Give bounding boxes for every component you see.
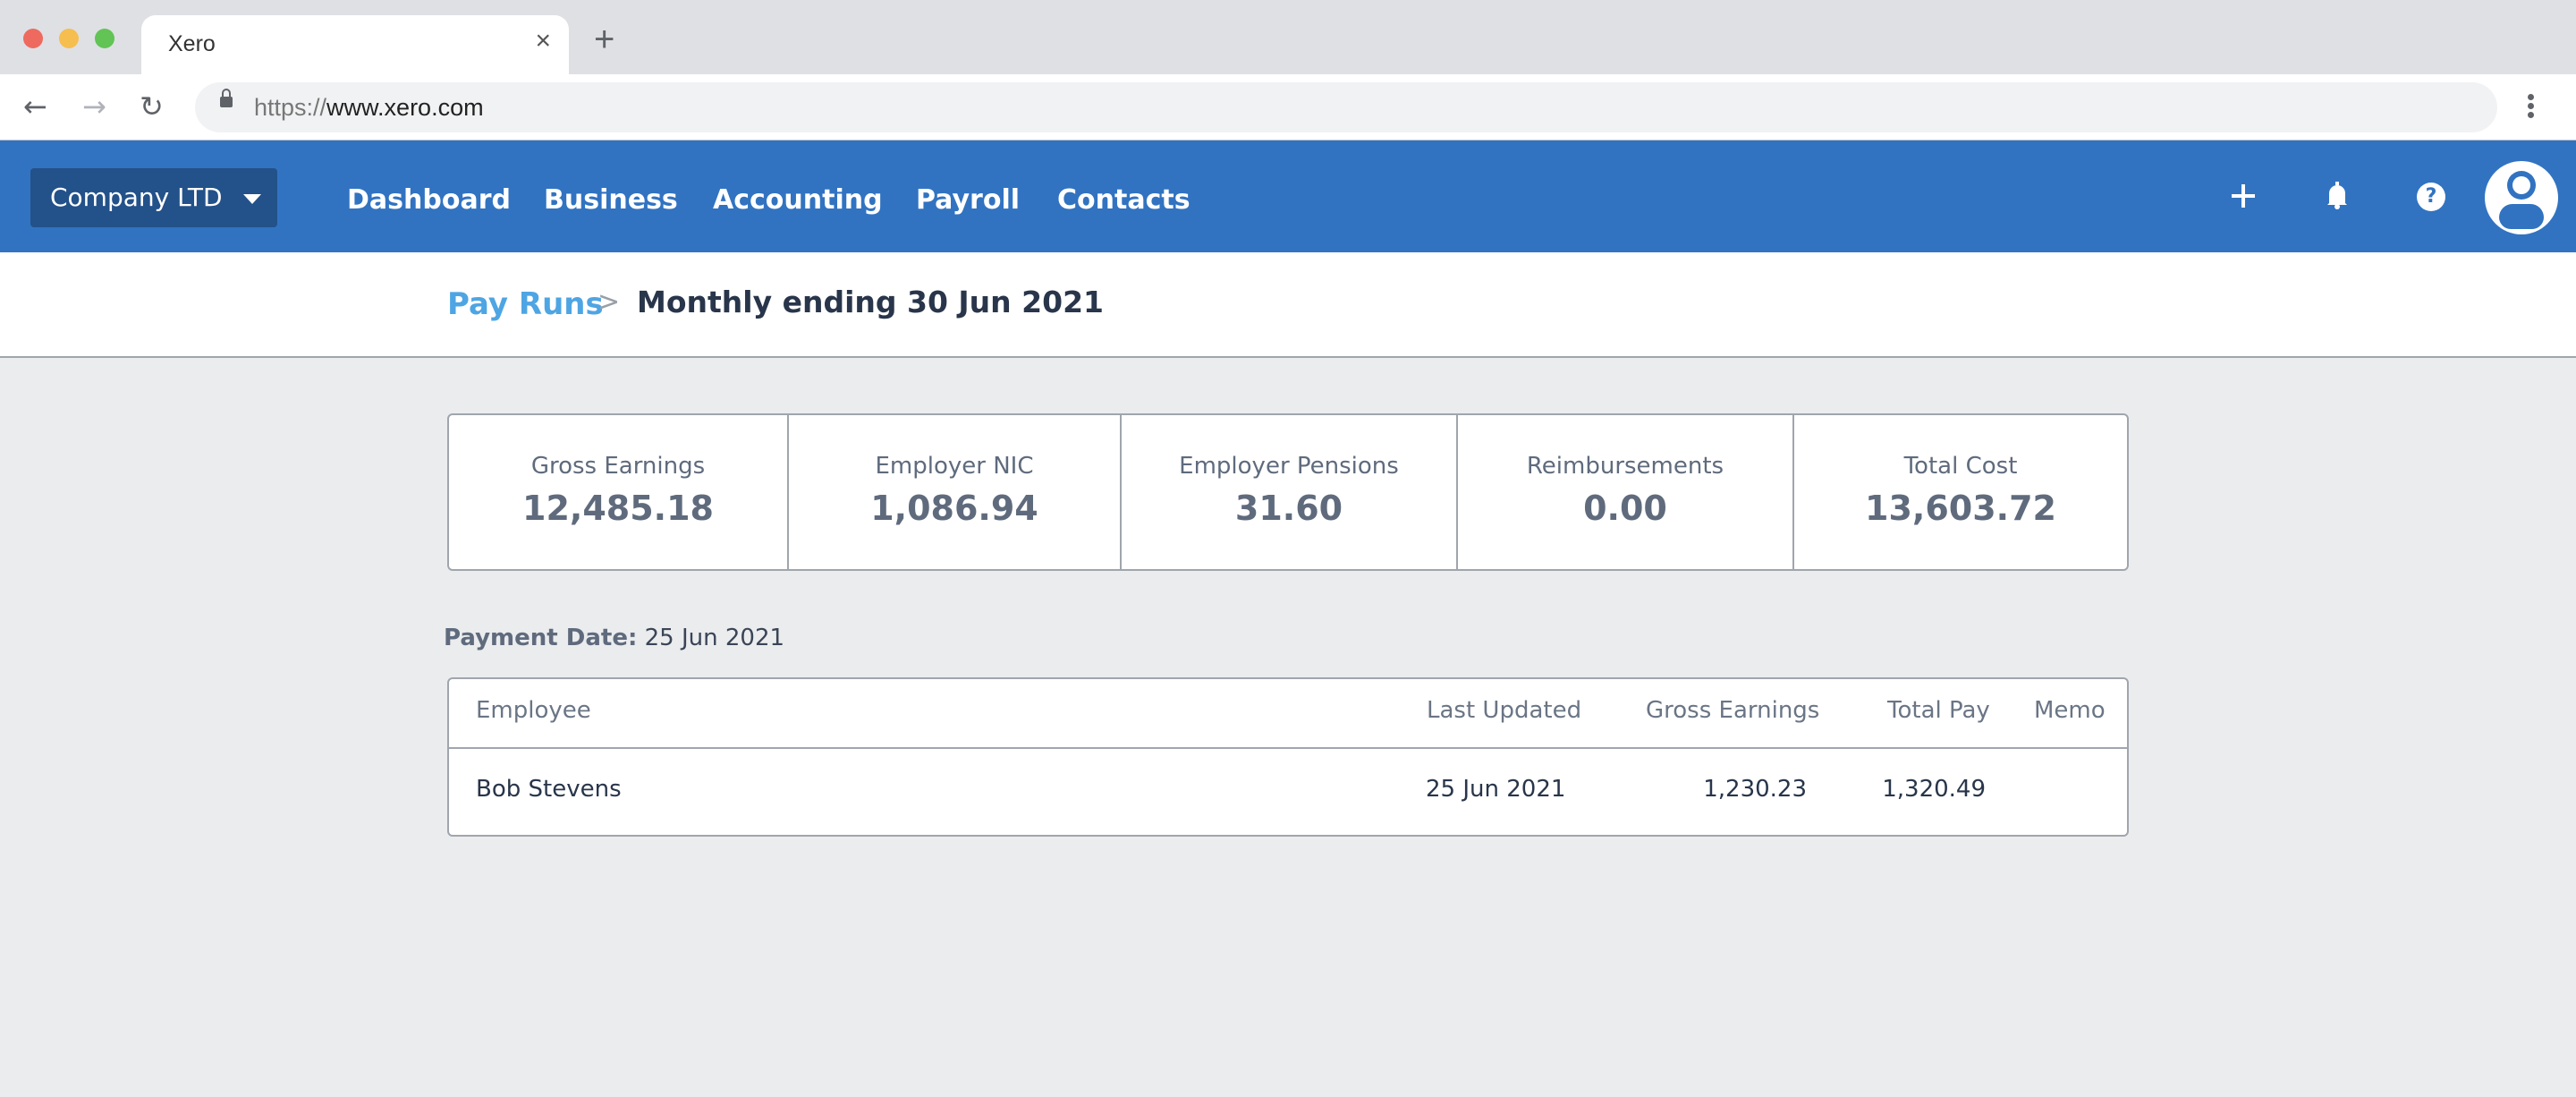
forward-arrow-icon[interactable]: → <box>82 92 106 121</box>
avatar-body-icon <box>2499 204 2544 229</box>
summary-employer-nic: Employer NIC 1,086.94 <box>789 415 1122 569</box>
summary-total-cost: Total Cost 13,603.72 <box>1794 415 2127 569</box>
stat-value: 1,086.94 <box>870 489 1038 528</box>
back-arrow-icon[interactable]: ← <box>23 92 47 121</box>
summary-gross-earnings: Gross Earnings 12,485.18 <box>449 415 789 569</box>
plus-icon[interactable] <box>2232 184 2255 208</box>
browser-tab-bar: Xero × + <box>0 0 2576 74</box>
address-bar[interactable]: https://www.xero.com <box>195 82 2497 132</box>
payment-date-label: Payment Date: <box>444 625 638 651</box>
minimize-window-button[interactable] <box>59 29 79 48</box>
table-header: Employee Last Updated Gross Earnings Tot… <box>449 679 2127 749</box>
stat-value: 0.00 <box>1583 489 1667 528</box>
breadcrumb-pay-runs-link[interactable]: Pay Runs <box>447 286 604 322</box>
stat-value: 12,485.18 <box>522 489 714 528</box>
reload-icon[interactable]: ↻ <box>140 92 164 121</box>
url-text[interactable]: https://www.xero.com <box>254 94 484 122</box>
url-scheme: https:// <box>254 94 327 121</box>
column-header-employee[interactable]: Employee <box>476 697 591 724</box>
avatar-head-icon <box>2507 171 2536 200</box>
bell-icon[interactable] <box>2326 182 2349 214</box>
stat-label: Employer Pensions <box>1179 453 1399 480</box>
cell-last-updated: 25 Jun 2021 <box>1426 776 1566 803</box>
close-window-button[interactable] <box>23 29 43 48</box>
payment-date-value: 25 Jun 2021 <box>644 625 785 651</box>
company-name: Company LTD <box>50 183 223 212</box>
caret-down-icon <box>243 194 261 204</box>
summary-employer-pensions: Employer Pensions 31.60 <box>1122 415 1458 569</box>
stat-value: 31.60 <box>1234 489 1343 528</box>
pay-run-summary: Gross Earnings 12,485.18 Employer NIC 1,… <box>447 413 2129 571</box>
stat-label: Employer NIC <box>875 453 1034 480</box>
cell-employee[interactable]: Bob Stevens <box>476 776 622 803</box>
stat-label: Gross Earnings <box>530 453 706 480</box>
column-header-last-updated[interactable]: Last Updated <box>1427 697 1581 724</box>
user-avatar[interactable] <box>2485 161 2558 234</box>
summary-reimbursements: Reimbursements 0.00 <box>1458 415 1794 569</box>
stat-label: Reimbursements <box>1526 453 1724 480</box>
maximize-window-button[interactable] <box>95 29 114 48</box>
nav-accounting[interactable]: Accounting <box>713 184 883 216</box>
browser-tab[interactable]: Xero × <box>141 15 569 74</box>
nav-business[interactable]: Business <box>544 184 678 216</box>
breadcrumb: Pay Runs > Monthly ending 30 Jun 2021 <box>0 252 2576 358</box>
column-header-total-pay[interactable]: Total Pay <box>1887 697 1990 724</box>
nav-dashboard[interactable]: Dashboard <box>347 184 511 216</box>
url-host: www.xero.com <box>326 94 484 121</box>
new-tab-button[interactable]: + <box>594 21 614 57</box>
top-nav: Company LTD Dashboard Business Accountin… <box>0 140 2576 252</box>
company-switcher[interactable]: Company LTD <box>30 168 277 227</box>
lock-icon <box>220 89 233 107</box>
help-icon[interactable]: ? <box>2417 183 2445 211</box>
browser-menu-icon[interactable] <box>2528 94 2537 121</box>
table-row[interactable]: Bob Stevens 25 Jun 2021 1,230.23 1,320.4… <box>449 749 2127 835</box>
page-title: Monthly ending 30 Jun 2021 <box>637 285 1105 319</box>
cell-total-pay: 1,320.49 <box>1882 776 1986 803</box>
nav-payroll[interactable]: Payroll <box>916 184 1020 216</box>
column-header-memo[interactable]: Memo <box>2034 697 2106 724</box>
stat-label: Total Cost <box>1903 453 2018 480</box>
nav-contacts[interactable]: Contacts <box>1057 184 1191 216</box>
tab-title: Xero <box>168 31 216 56</box>
column-header-gross-earnings[interactable]: Gross Earnings <box>1646 697 1819 724</box>
payment-date: Payment Date: 25 Jun 2021 <box>444 625 784 651</box>
stat-value: 13,603.72 <box>1865 489 2056 528</box>
close-tab-icon[interactable]: × <box>535 28 551 55</box>
employee-table: Employee Last Updated Gross Earnings Tot… <box>447 677 2129 837</box>
browser-toolbar: ← → ↻ https://www.xero.com <box>0 74 2576 141</box>
breadcrumb-separator: > <box>597 286 621 318</box>
cell-gross-earnings: 1,230.23 <box>1703 776 1807 803</box>
